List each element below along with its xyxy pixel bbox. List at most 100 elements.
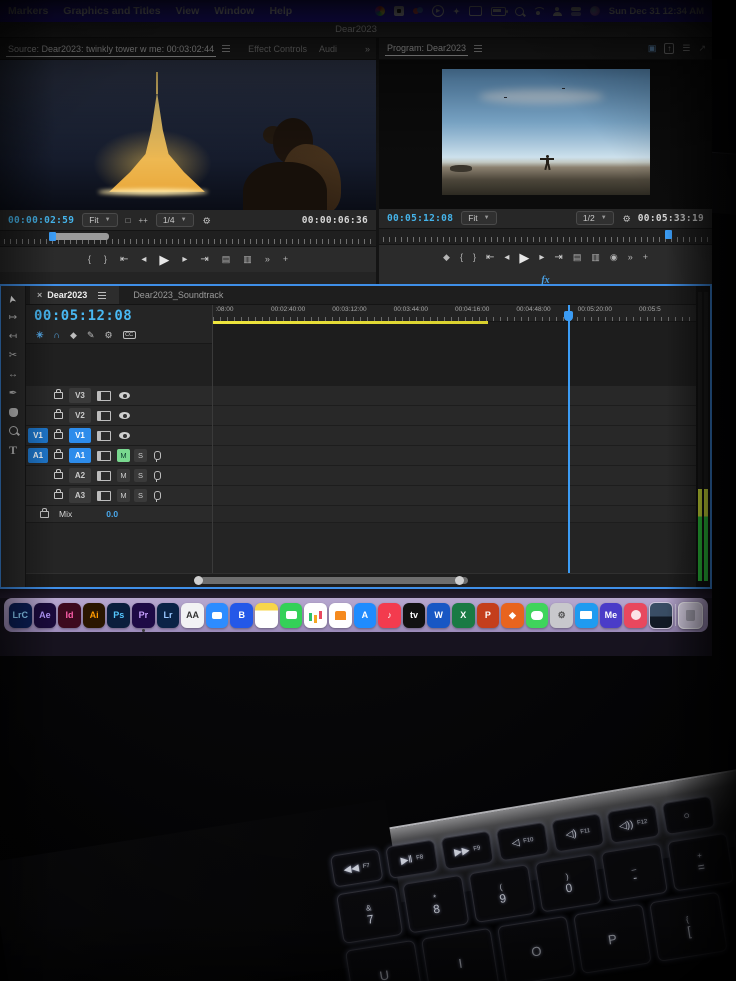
- dock-separator[interactable]: [675, 604, 676, 626]
- source-view-range[interactable]: [53, 233, 109, 240]
- solo-button[interactable]: S: [134, 489, 147, 502]
- dock-word[interactable]: W: [427, 603, 450, 628]
- extract-button[interactable]: ▥: [591, 253, 600, 262]
- battery-icon[interactable]: [491, 7, 506, 16]
- dock-notes[interactable]: [255, 603, 278, 628]
- playhead-handle[interactable]: [564, 311, 573, 321]
- pen-tool[interactable]: ✒: [9, 389, 17, 399]
- video-clip[interactable]: [589, 407, 595, 424]
- voiceover-mic-icon[interactable]: [154, 451, 161, 460]
- dock-chart-app[interactable]: [304, 603, 327, 628]
- panel-menu-icon[interactable]: [474, 45, 482, 52]
- video-clip[interactable]: [497, 427, 506, 444]
- video-clip[interactable]: [411, 427, 421, 444]
- keyboard-key[interactable]: ○: [662, 796, 715, 835]
- menu-bar-clock[interactable]: Sun Dec 31 12:34 AM: [609, 6, 704, 17]
- keyboard-key[interactable]: P: [573, 904, 652, 974]
- marker-icon[interactable]: ◆: [70, 330, 77, 341]
- dock-lightroom-classic[interactable]: LrC: [9, 603, 32, 628]
- insert-button[interactable]: ▤: [222, 255, 231, 264]
- proportional-scale-icon[interactable]: ↗: [698, 43, 706, 54]
- hand-tool[interactable]: [9, 408, 18, 417]
- type-tool[interactable]: T: [9, 444, 17, 456]
- source-patch-button[interactable]: [28, 488, 48, 503]
- settings-wrench-icon[interactable]: ⚙: [620, 214, 631, 222]
- lock-icon[interactable]: [40, 511, 49, 518]
- keyboard-key[interactable]: )0: [535, 854, 602, 913]
- lock-icon[interactable]: [54, 492, 63, 499]
- play-button[interactable]: ▶: [159, 253, 169, 266]
- keyboard-key[interactable]: ◁F10: [496, 822, 549, 861]
- mute-button[interactable]: M: [117, 469, 130, 482]
- toggle-track-output-icon[interactable]: [119, 392, 130, 399]
- dock-me-app[interactable]: Me: [600, 603, 623, 628]
- audio-clip[interactable]: [436, 467, 443, 484]
- keyboard-key[interactable]: _-: [601, 843, 668, 902]
- lift-button[interactable]: ▤: [573, 253, 582, 262]
- more-buttons[interactable]: »: [265, 255, 270, 264]
- more-buttons[interactable]: »: [628, 253, 633, 262]
- dock-app-store[interactable]: A: [354, 603, 377, 628]
- program-current-time[interactable]: 00:05:12:08: [387, 213, 453, 224]
- menu-item[interactable]: Help: [269, 5, 292, 17]
- input-source-icon[interactable]: [394, 6, 404, 16]
- source-current-time[interactable]: 00:00:02:59: [8, 215, 74, 226]
- lock-icon[interactable]: [54, 432, 63, 439]
- lane-a1[interactable]: [213, 446, 696, 466]
- selection-tool[interactable]: ➤: [7, 294, 19, 305]
- video-clip[interactable]: [217, 407, 225, 424]
- keyboard-key[interactable]: U: [345, 940, 424, 981]
- dock-zoom[interactable]: [206, 603, 229, 628]
- lock-icon[interactable]: [54, 412, 63, 419]
- tab-overflow-icon[interactable]: »: [365, 44, 370, 54]
- lock-icon[interactable]: [54, 392, 63, 399]
- voiceover-mic-icon[interactable]: [154, 471, 161, 480]
- source-patch-button[interactable]: [28, 408, 48, 423]
- video-clip[interactable]: [558, 407, 568, 424]
- toggle-track-output-icon[interactable]: [119, 432, 130, 439]
- timeline-current-time[interactable]: 00:05:12:08: [34, 308, 132, 324]
- captions-icon[interactable]: CC: [123, 331, 136, 339]
- keyboard-key[interactable]: ◁))F12: [607, 805, 660, 844]
- video-clip[interactable]: [354, 427, 367, 444]
- dock-mail[interactable]: [575, 603, 598, 628]
- keyboard-key[interactable]: &7: [336, 885, 403, 944]
- keyboard-key[interactable]: {[: [649, 892, 728, 962]
- dock-apple-tv[interactable]: tv: [403, 603, 426, 628]
- mark-out-button[interactable]: }: [473, 253, 476, 262]
- dock-screenshot-preview[interactable]: [649, 602, 674, 629]
- source-patch-button[interactable]: V1: [28, 428, 48, 443]
- audio-clip[interactable]: [423, 467, 429, 484]
- mark-in-button[interactable]: {: [88, 255, 91, 264]
- sync-lock-icon[interactable]: [97, 411, 111, 421]
- source-scrub-bar[interactable]: [0, 230, 376, 247]
- lock-icon[interactable]: [54, 472, 63, 479]
- program-scrub-bar[interactable]: [379, 228, 712, 245]
- video-clip[interactable]: [340, 427, 353, 444]
- source-video-frame[interactable]: [0, 60, 376, 210]
- lane-mix[interactable]: [213, 506, 696, 523]
- track-target-button[interactable]: V2: [69, 408, 91, 423]
- video-clip[interactable]: [228, 407, 233, 424]
- video-clip[interactable]: [498, 407, 505, 424]
- menu-item[interactable]: Markers: [8, 5, 48, 17]
- video-clip[interactable]: [600, 407, 605, 424]
- button-editor-icon[interactable]: ++: [138, 216, 147, 225]
- dock-messages[interactable]: [526, 603, 549, 628]
- panel-settings-icon[interactable]: ☰: [682, 43, 690, 54]
- add-button[interactable]: +: [283, 255, 288, 264]
- video-clip[interactable]: [423, 427, 435, 444]
- video-clip[interactable]: [227, 387, 233, 404]
- track-target-button[interactable]: A3: [69, 488, 91, 503]
- go-to-out-button[interactable]: ⇥: [200, 255, 208, 265]
- lane-v3[interactable]: [213, 386, 696, 406]
- dock-facetime[interactable]: [280, 603, 303, 628]
- source-patch-button[interactable]: [28, 388, 48, 403]
- audio-clip[interactable]: [281, 467, 287, 484]
- go-to-out-button[interactable]: ⇥: [554, 253, 562, 263]
- add-button[interactable]: +: [643, 253, 648, 262]
- keyboard-key[interactable]: ▶‖F8: [385, 840, 438, 879]
- video-clip[interactable]: [229, 427, 250, 444]
- tab-sequence-dear2023[interactable]: × Dear2023: [30, 286, 119, 304]
- sync-lock-icon[interactable]: [97, 431, 111, 441]
